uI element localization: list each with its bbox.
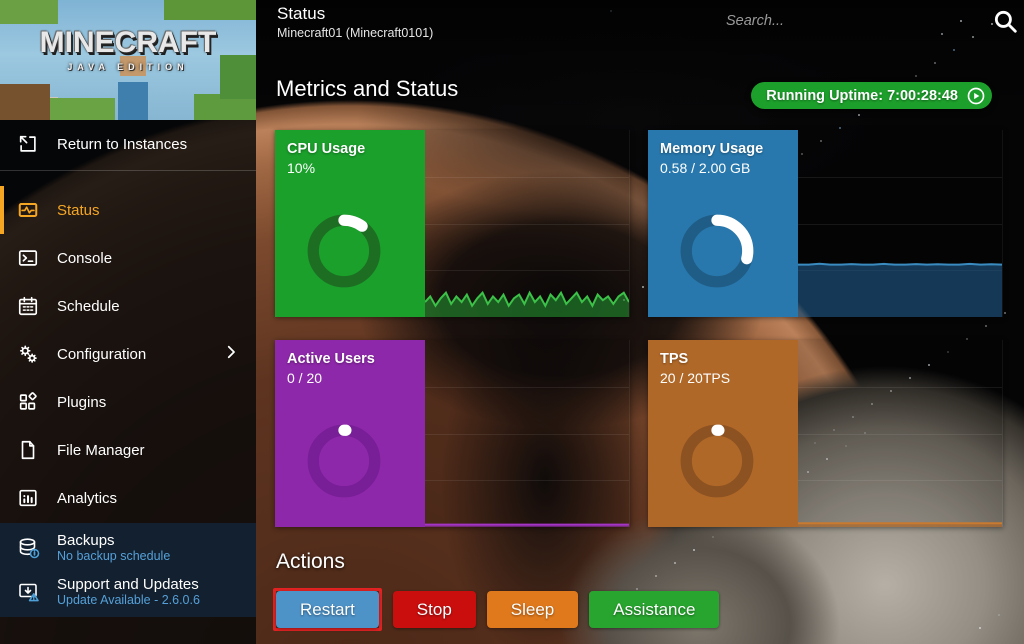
cpu-usage-tile: CPU Usage 10% — [275, 130, 425, 317]
section-title: Metrics and Status — [276, 76, 458, 102]
sidebar-item-file-manager[interactable]: File Manager — [0, 426, 256, 474]
sidebar-item-label: Return to Instances — [57, 136, 187, 153]
metric-title: CPU Usage — [287, 141, 413, 157]
metric-title: Memory Usage — [660, 141, 786, 157]
sidebar-item-analytics[interactable]: Analytics — [0, 474, 256, 522]
sidebar-item-label: Backups — [57, 532, 170, 549]
app-window: MINECRAFT JAVA EDITION Return to Instanc… — [0, 0, 1024, 644]
sidebar-item-console[interactable]: Console — [0, 234, 256, 282]
active-users-tile: Active Users 0 / 20 — [275, 340, 425, 527]
backups-icon — [17, 536, 41, 560]
search-icon[interactable] — [992, 8, 1018, 34]
play-circle-icon[interactable] — [966, 86, 986, 106]
actions-row: Restart Stop Sleep Assistance — [273, 588, 719, 631]
sidebar-item-plugins[interactable]: Plugins — [0, 378, 256, 426]
return-to-instances-icon — [17, 133, 39, 155]
sidebar-item-configuration[interactable]: Configuration — [0, 330, 256, 378]
instance-name: Minecraft01 (Minecraft0101) — [277, 26, 433, 40]
sidebar-item-label: File Manager — [57, 442, 145, 459]
configuration-icon — [17, 343, 39, 365]
backup-status-text: No backup schedule — [57, 549, 170, 563]
sidebar-bottom-panel: Backups No backup schedule Support and U… — [0, 523, 256, 617]
metric-value: 0 / 20 — [287, 370, 413, 386]
sidebar-item-label: Status — [57, 202, 100, 219]
status-icon — [17, 199, 39, 221]
minecraft-edition-label: JAVA EDITION — [0, 62, 256, 72]
support-updates-icon — [17, 580, 41, 604]
active-users-history-chart — [425, 340, 630, 527]
tps-history-chart — [798, 340, 1003, 527]
console-icon — [17, 247, 39, 269]
sidebar-item-status[interactable]: Status — [0, 186, 256, 234]
uptime-label: Running Uptime: 7:00:28:48 — [766, 88, 958, 104]
sidebar-item-label: Configuration — [57, 346, 146, 363]
active-users-gauge-ring — [303, 420, 385, 502]
sidebar-item-label: Schedule — [57, 298, 120, 315]
metric-value: 20 / 20TPS — [660, 370, 786, 386]
memory-usage-tile: Memory Usage 0.58 / 2.00 GB — [648, 130, 798, 317]
analytics-icon — [17, 487, 39, 509]
sidebar: MINECRAFT JAVA EDITION Return to Instanc… — [0, 0, 256, 644]
page-title: Status — [277, 4, 325, 24]
assistance-button[interactable]: Assistance — [589, 591, 719, 628]
memory-gauge-ring — [676, 210, 758, 292]
sidebar-item-backups[interactable]: Backups No backup schedule — [0, 526, 256, 570]
sidebar-item-label: Console — [57, 250, 112, 267]
sidebar-item-label: Analytics — [57, 490, 117, 507]
plugins-icon — [17, 391, 39, 413]
active-users-card: Active Users 0 / 20 — [275, 340, 630, 527]
schedule-icon — [17, 295, 39, 317]
metric-value: 10% — [287, 160, 413, 176]
uptime-badge[interactable]: Running Uptime: 7:00:28:48 — [751, 82, 992, 109]
sidebar-nav: Return to Instances Status Console Sc — [0, 120, 256, 522]
memory-usage-card: Memory Usage 0.58 / 2.00 GB — [648, 130, 1003, 317]
file-manager-icon — [17, 439, 39, 461]
metric-value: 0.58 / 2.00 GB — [660, 160, 786, 176]
sleep-button[interactable]: Sleep — [487, 591, 578, 628]
cpu-usage-card: CPU Usage 10% — [275, 130, 630, 317]
main-content: Status Minecraft01 (Minecraft0101) Metri… — [256, 0, 1024, 644]
sidebar-item-label: Plugins — [57, 394, 106, 411]
minecraft-logo: MINECRAFT — [0, 26, 256, 60]
metric-title: Active Users — [287, 351, 413, 367]
tps-tile: TPS 20 / 20TPS — [648, 340, 798, 527]
sidebar-item-label: Support and Updates — [57, 576, 200, 593]
memory-history-chart — [798, 130, 1003, 317]
sidebar-item-return-to-instances[interactable]: Return to Instances — [0, 120, 256, 168]
sidebar-item-support-updates[interactable]: Support and Updates Update Available - 2… — [0, 570, 256, 614]
stop-button[interactable]: Stop — [393, 591, 476, 628]
tps-card: TPS 20 / 20TPS — [648, 340, 1003, 527]
tps-gauge-ring — [676, 420, 758, 502]
update-status-text: Update Available - 2.6.0.6 — [57, 593, 200, 607]
restart-button[interactable]: Restart — [276, 591, 379, 628]
chevron-right-icon — [222, 343, 240, 365]
metric-title: TPS — [660, 351, 786, 367]
actions-title: Actions — [276, 550, 345, 574]
annotation-highlight-box: Restart — [273, 588, 382, 631]
cpu-history-chart — [425, 130, 630, 317]
minecraft-banner: MINECRAFT JAVA EDITION — [0, 0, 256, 120]
sidebar-item-schedule[interactable]: Schedule — [0, 282, 256, 330]
search-input[interactable] — [726, 8, 976, 34]
cpu-gauge-ring — [303, 210, 385, 292]
sidebar-divider — [0, 170, 256, 171]
